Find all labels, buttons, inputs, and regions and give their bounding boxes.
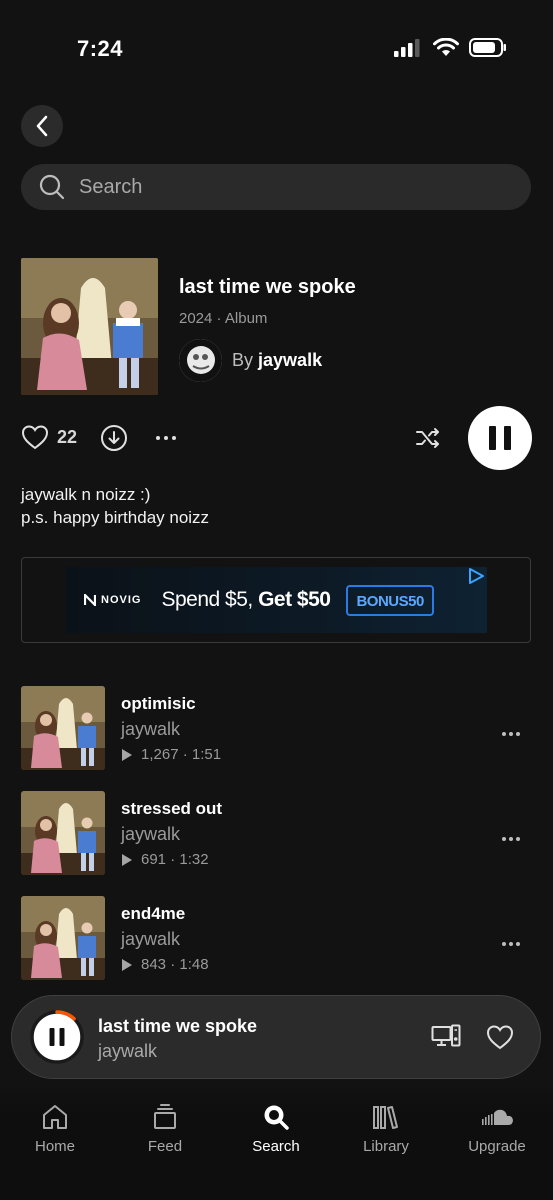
nav-feed-label: Feed [147,1138,183,1155]
battery-icon [469,38,506,57]
download-icon [101,425,127,451]
shuffle-icon [416,428,439,448]
ad-choices-icon[interactable] [467,567,485,585]
play-count-icon [122,853,132,866]
shuffle-button[interactable] [414,424,442,457]
description-line: jaywalk n noizz :) [21,485,151,504]
back-button[interactable] [21,105,63,147]
album-type: Album [224,310,268,327]
nav-home-label: Home [34,1138,75,1155]
like-button[interactable]: 22 [21,424,77,450]
device-icon [431,1024,461,1047]
track-stats: 1,267 · 1:51 [121,746,221,763]
download-button[interactable] [100,424,128,452]
track-more-button[interactable] [501,724,521,742]
nav-feed[interactable]: Feed [120,1102,210,1155]
track-artist: jaywalk [121,824,181,844]
search-input[interactable]: Search [21,164,531,210]
cast-device-button[interactable] [431,1024,461,1055]
track-more-button[interactable] [501,829,521,847]
track-title: end4me [121,904,186,923]
ad-brand-name: NOVIG [101,594,142,606]
search-icon [264,1105,289,1130]
play-count-icon [122,748,132,761]
track-plays-duration: 691 · 1:32 [141,851,209,868]
mini-player[interactable]: last time we spoke jaywalk [11,995,541,1079]
meta-separator: · [216,310,225,327]
artist-link[interactable]: By jaywalk [179,339,322,382]
soundcloud-icon [482,1109,513,1125]
more-horizontal-icon [156,436,176,440]
library-icon [373,1106,398,1129]
heart-icon [486,1025,514,1050]
track-stats: 843 · 1:48 [121,956,209,973]
track-artwork[interactable] [21,686,105,770]
album-artwork[interactable] [21,258,158,395]
pause-icon [489,426,496,450]
chevron-left-icon [36,115,48,137]
artist-name[interactable]: jaywalk [258,350,322,370]
like-count: 22 [57,426,78,447]
track-artist: jaywalk [121,719,181,739]
album-more-button[interactable] [155,428,177,453]
feed-icon [154,1104,176,1129]
more-horizontal-icon [502,837,520,841]
search-placeholder: Search [79,175,143,198]
ad-promo-code: BONUS50 [346,584,434,616]
album-meta: 2024 · Album [179,310,267,327]
wifi-icon [433,38,459,56]
home-icon [43,1105,67,1129]
nav-search-label: Search [252,1138,300,1155]
album-title: last time we spoke [179,276,356,298]
track-plays-duration: 843 · 1:48 [141,956,209,973]
album-description: jaywalk n noizz :) p.s. happy birthday n… [21,483,209,529]
track-title: stressed out [121,799,223,818]
now-playing-title: last time we spoke [98,1016,258,1036]
now-playing-artist: jaywalk [98,1041,158,1061]
status-time: 7:24 [77,36,124,61]
pause-button[interactable] [468,406,532,470]
now-playing-like-button[interactable] [486,1024,514,1055]
heart-icon [21,425,49,450]
more-horizontal-icon [502,942,520,946]
status-icons [393,38,507,57]
track-row[interactable]: optimisic jaywalk 1,267 · 1:51 [21,686,531,770]
nav-upgrade-label: Upgrade [468,1138,526,1155]
bottom-navigation: Home Feed Search Library Upgrade [0,1082,553,1200]
ad-headline: Spend $5, Get $50 [161,588,331,611]
track-artist: jaywalk [121,929,181,949]
artist-byline: By jaywalk [232,350,322,371]
nav-upgrade[interactable]: Upgrade [452,1102,542,1155]
nav-library-label: Library [363,1138,409,1155]
album-year: 2024 [179,310,213,327]
nav-library[interactable]: Library [341,1102,431,1155]
track-row[interactable]: stressed out jaywalk 691 · 1:32 [21,791,531,875]
nav-home[interactable]: Home [10,1102,100,1155]
by-prefix: By [232,350,254,370]
track-artwork[interactable] [21,791,105,875]
track-stats: 691 · 1:32 [121,851,209,868]
track-more-button[interactable] [501,934,521,952]
ad-banner[interactable]: NOVIG Spend $5, Get $50 BONUS50 [66,567,487,633]
artist-avatar[interactable] [179,339,222,382]
description-line: p.s. happy birthday noizz [21,508,210,527]
mini-pause-button[interactable] [30,1010,84,1064]
more-horizontal-icon [502,732,520,736]
search-icon [39,174,65,200]
track-artwork[interactable] [21,896,105,980]
track-title: optimisic [121,694,196,713]
track-plays-duration: 1,267 · 1:51 [141,746,222,763]
play-count-icon [122,958,132,971]
brand-logo-icon [84,594,96,606]
ad-brand: NOVIG [84,594,141,606]
cellular-signal-icon [394,38,420,57]
nav-search[interactable]: Search [231,1102,321,1155]
track-row[interactable]: end4me jaywalk 843 · 1:48 [21,896,531,980]
